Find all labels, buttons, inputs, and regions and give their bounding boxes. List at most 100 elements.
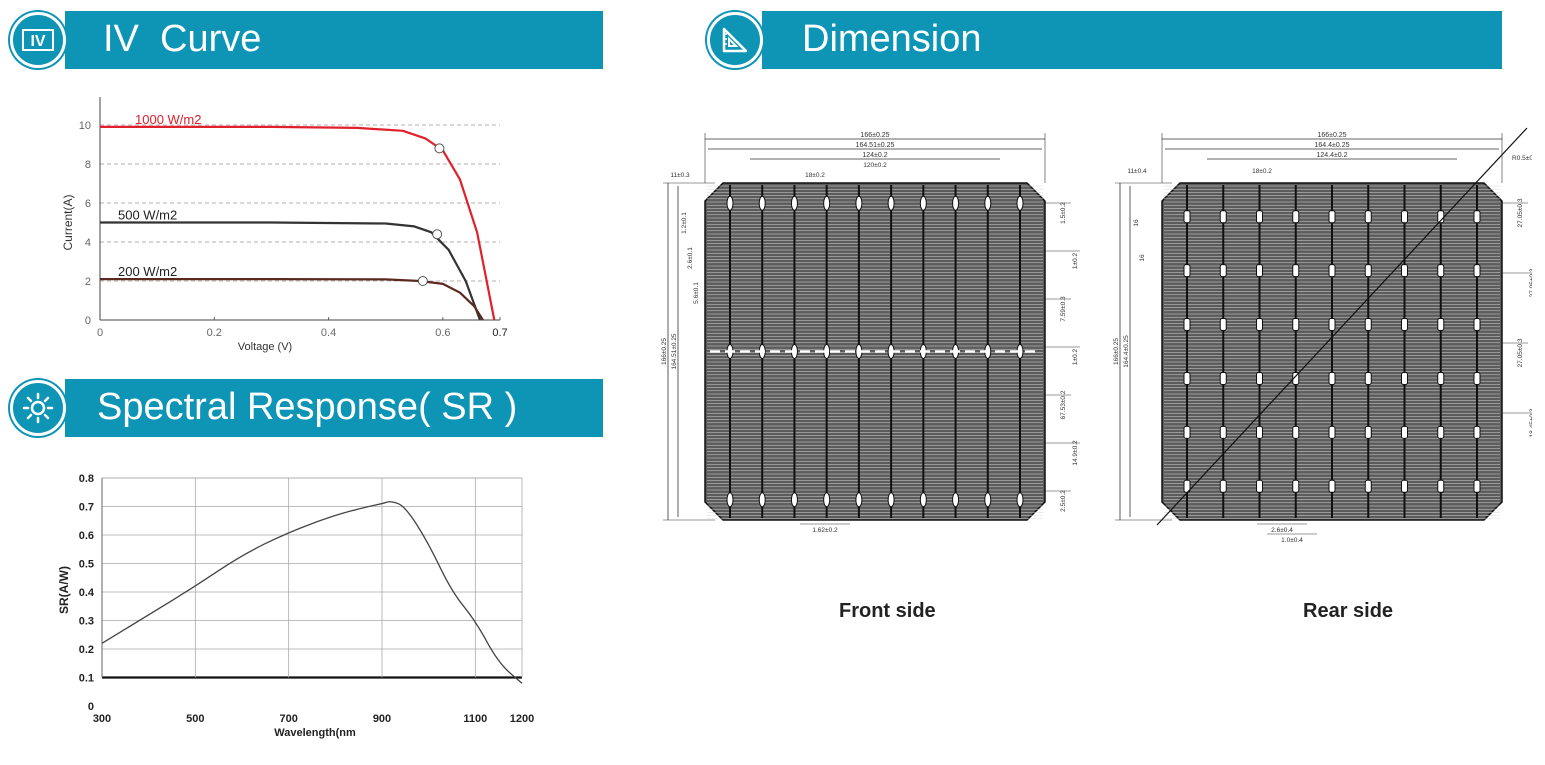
dimension-label: 1.5±0.2 <box>1060 202 1067 224</box>
solder-pad <box>1256 264 1263 278</box>
front-side-drawing: 166±0.25164.51±0.25124±0.2120±0.218±0.21… <box>661 132 1080 534</box>
solder-pad <box>1256 479 1263 493</box>
dimension-label: 164.4±0.25 <box>1315 142 1350 149</box>
y-axis-label: Current(A) <box>61 194 75 250</box>
solder-pad <box>1256 425 1263 439</box>
dimension-header: Dimension <box>707 11 1502 69</box>
dimension-label: 18.45±0.3 <box>1529 408 1532 437</box>
max-power-point <box>432 229 443 240</box>
dimension-label: 166±0.25 <box>661 338 668 365</box>
dimension-label: 166±0.25 <box>860 132 889 139</box>
dimension-label: 124±0.2 <box>862 152 887 159</box>
y-tick-label: 8 <box>85 159 91 171</box>
y-tick-label: 0.7 <box>79 502 94 514</box>
y-tick-label: 0.1 <box>79 673 94 685</box>
solder-pad <box>952 195 960 211</box>
solder-pad <box>1183 264 1191 278</box>
solder-pad <box>1183 210 1191 224</box>
dimension-label: 27.05±0.3 <box>1529 268 1532 297</box>
dimension-label: 1.62±0.2 <box>812 527 838 534</box>
solder-pad <box>1183 371 1191 385</box>
solder-pad <box>790 492 798 508</box>
dimension-label: 166±0.25 <box>1113 338 1120 365</box>
solder-pad <box>823 195 831 211</box>
dimension-label: 1±0.2 <box>1072 253 1079 270</box>
x-tick-label: 0.2 <box>207 327 222 339</box>
set-square-icon <box>707 12 763 68</box>
solder-pad <box>887 195 895 211</box>
max-power-point <box>417 276 428 286</box>
max-power-point <box>434 143 445 154</box>
y-tick-label: 6 <box>85 198 91 210</box>
dimension-label: 16 <box>1133 219 1140 227</box>
solder-pad <box>1401 264 1408 278</box>
solder-pad <box>984 492 992 508</box>
sr-curve <box>101 501 523 684</box>
solder-pad <box>919 492 927 508</box>
dimension-label: 67.53±0.2 <box>1060 390 1067 419</box>
dimension-label: 164.51±0.25 <box>856 142 895 149</box>
solder-pad <box>790 195 798 211</box>
solder-pad <box>1401 371 1408 385</box>
solder-pad <box>1328 425 1336 439</box>
rear-side-drawing: 166±0.25164.4±0.25124.4±0.218±0.211±0.4R… <box>1113 127 1532 544</box>
sun-icon <box>10 380 66 436</box>
dimension-label: 1.2±0.1 <box>681 212 688 234</box>
solder-pad <box>1219 371 1227 385</box>
x-tick-label: 0 <box>97 327 103 339</box>
solder-pad <box>1183 425 1191 439</box>
x-tick-label: 1100 <box>463 713 487 725</box>
dimension-label: 18±0.2 <box>805 172 825 179</box>
solder-pad <box>1016 195 1024 211</box>
y-axis-label: SR(A/W) <box>57 566 71 614</box>
solder-pad <box>1401 318 1408 332</box>
x-axis-label: Wavelength(nm <box>274 727 356 739</box>
solder-pad <box>1328 371 1336 385</box>
solder-pad <box>1437 479 1445 493</box>
solder-pad <box>1437 318 1445 332</box>
y-tick-label: 4 <box>85 237 91 249</box>
dimension-label: 2.6±0.1 <box>687 247 694 269</box>
solder-pad <box>1473 264 1481 278</box>
dimension-label: R0.5±0.15 <box>1512 155 1532 162</box>
solder-pad <box>1401 210 1408 224</box>
x-tick-label: 700 <box>279 713 297 725</box>
solder-pad <box>1328 318 1336 332</box>
solder-pad <box>1219 264 1227 278</box>
dimension-label: 18±0.2 <box>1252 168 1272 175</box>
solder-pad <box>1292 318 1300 332</box>
solder-pad <box>1473 425 1481 439</box>
dimension-label: 16 <box>1139 254 1146 262</box>
x-tick-label: 0.4 <box>321 327 336 339</box>
section-title: IV Curve <box>103 18 262 60</box>
front-side-label: Front side <box>839 600 936 622</box>
dimension-label: 7.59±0.3 <box>1060 296 1067 322</box>
solder-pad <box>823 492 831 508</box>
solder-pad <box>1292 425 1300 439</box>
solder-pad <box>1401 425 1408 439</box>
solder-pad <box>1183 318 1191 332</box>
y-tick-label: 0.5 <box>79 559 94 571</box>
x-tick-label: 500 <box>186 713 204 725</box>
solder-pad <box>1292 264 1300 278</box>
solder-pad <box>919 195 927 211</box>
solder-pad <box>1256 210 1263 224</box>
solder-pad <box>1328 479 1336 493</box>
solder-pad <box>1256 318 1263 332</box>
solder-pad <box>1473 371 1481 385</box>
solder-pad <box>887 492 895 508</box>
dimension-label: 164.51±0.25 <box>671 333 678 369</box>
solder-pad <box>758 195 766 211</box>
dimension-label: 1±0.2 <box>1072 349 1079 366</box>
dimension-label: 1.0±0.4 <box>1281 537 1303 544</box>
solder-pad <box>1401 479 1408 493</box>
dimension-label: 164.4±0.25 <box>1123 335 1130 368</box>
solder-pad <box>1364 371 1372 385</box>
x-tick-label: 1200 <box>510 713 534 725</box>
solder-pad <box>1437 371 1445 385</box>
dimension-label: 11±0.3 <box>670 172 690 179</box>
x-tick-label: 900 <box>373 713 391 725</box>
y-tick-label: 0.8 <box>79 473 94 485</box>
solder-pad <box>1473 479 1481 493</box>
series-label: 500 W/m2 <box>118 208 177 223</box>
